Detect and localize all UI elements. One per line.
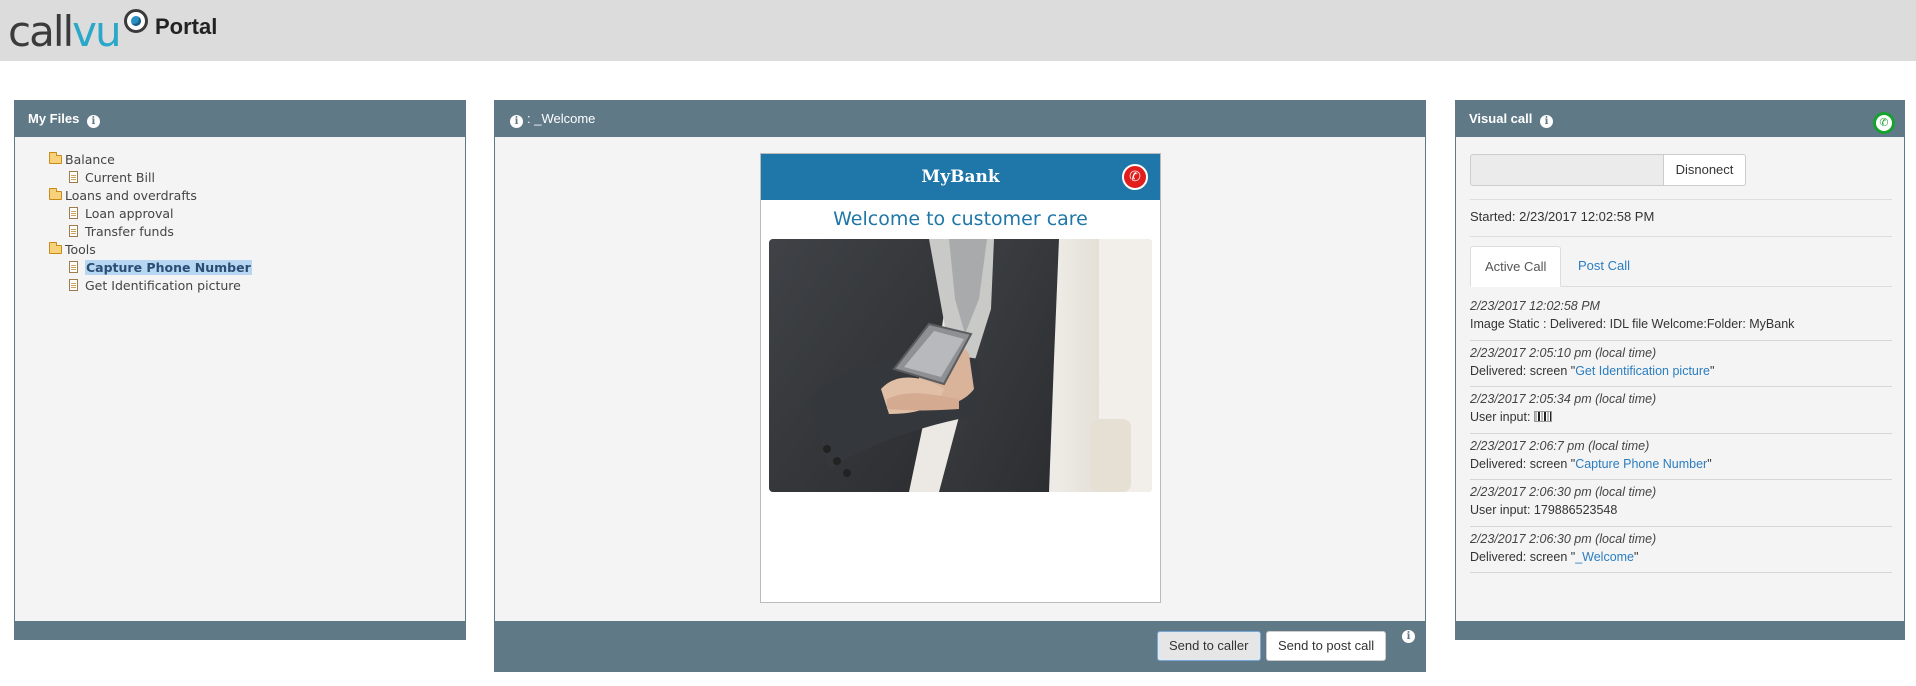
log-message: Delivered: screen "_Welcome" [1470,549,1639,564]
info-icon[interactable]: i [86,115,100,128]
screen-preview-title: : _Welcome [527,111,596,126]
file-icon [69,207,78,219]
file-tree: Balance Current Bill Loans and overdraft… [49,151,252,295]
call-tabs: Active Call Post Call [1470,246,1892,287]
logo-eye-icon [124,9,148,33]
my-files-footer [15,621,465,639]
tree-file-current-bill[interactable]: Current Bill [49,169,252,187]
log-entry: 2/23/2017 2:05:34 pm (local time) User i… [1470,387,1892,434]
tree-file-get-identification-picture[interactable]: Get Identification picture [49,277,252,295]
log-time: 2/23/2017 2:06:7 pm (local time) [1470,438,1650,453]
tree-folder-loans[interactable]: Loans and overdrafts [49,187,252,205]
log-entry: 2/23/2017 12:02:58 PM Image Static : Del… [1470,294,1892,341]
log-message: Image Static : Delivered: IDL file Welco… [1470,317,1795,331]
log-time: 2/23/2017 2:06:30 pm (local time) [1470,485,1657,499]
divider [1470,236,1892,237]
user-input-image-icon [1533,411,1552,422]
folder-open-icon [49,242,62,254]
file-icon [69,225,78,237]
phone-screen-preview: MyBank ✆ Welcome to customer care [760,153,1161,603]
log-message: User input: 179886523548 [1470,503,1618,517]
log-entry: 2/23/2017 2:06:7 pm (local time) Deliver… [1470,434,1892,480]
info-icon[interactable]: i [1402,630,1415,643]
screen-link[interactable]: Get Identification picture [1575,364,1710,378]
send-to-caller-button[interactable]: Send to caller [1157,631,1261,661]
log-entry: 2/23/2017 2:06:30 pm (local time) Delive… [1470,527,1892,573]
visual-call-footer [1456,621,1904,639]
phone-hangup-icon[interactable]: ✆ [1122,164,1148,190]
screen-preview-panel: i : _Welcome MyBank ✆ Welcome to customer… [494,100,1426,672]
log-time: 2/23/2017 2:05:34 pm (local time) [1470,392,1657,406]
welcome-heading: Welcome to customer care [833,208,1088,230]
phone-app-bar: MyBank ✆ [761,154,1160,200]
logo-text-vu: vu [72,7,122,56]
tree-folder-balance[interactable]: Balance [49,151,252,169]
log-entry: 2/23/2017 2:05:10 pm (local time) Delive… [1470,341,1892,387]
selected-file-label: Capture Phone Number [85,260,252,275]
info-icon[interactable]: i [510,115,523,128]
my-files-header: My Files i [15,101,465,137]
tree-folder-tools[interactable]: Tools [49,241,252,259]
send-to-post-call-button[interactable]: Send to post call [1266,631,1387,661]
file-icon [69,279,78,291]
my-files-title: My Files [28,111,80,126]
tree-file-transfer-funds[interactable]: Transfer funds [49,223,252,241]
screen-preview-footer: Send to caller Send to post call i [495,621,1425,671]
folder-open-icon [49,152,62,164]
visual-call-title: Visual call [1469,111,1533,126]
file-icon [69,171,78,183]
log-time: 2/23/2017 2:06:30 pm (local time) [1470,531,1657,546]
log-entry: 2/23/2017 2:06:30 pm (local time) User i… [1470,480,1892,527]
log-message: Delivered: screen "Get Identification pi… [1470,363,1715,378]
tab-active-call[interactable]: Active Call [1470,246,1562,287]
log-time: 2/23/2017 12:02:58 PM [1470,299,1600,313]
phone-call-icon: ✆ [1873,112,1895,134]
my-files-panel: My Files i Balance Current Bill Loans an… [14,100,466,640]
call-started-time: Started: 2/23/2017 12:02:58 PM [1470,209,1655,224]
visual-call-header: Visual call i ✆ [1456,101,1904,137]
tree-file-loan-approval[interactable]: Loan approval [49,205,252,223]
tree-file-capture-phone-number[interactable]: Capture Phone Number [49,259,252,277]
visual-call-panel: Visual call i ✆ Disnonect Started: 2/23/… [1455,100,1905,640]
screen-link[interactable]: _Welcome [1575,550,1634,564]
log-message: User input: [1470,408,1892,426]
file-icon [69,261,78,273]
log-time: 2/23/2017 2:05:10 pm (local time) [1470,345,1657,360]
tab-post-call[interactable]: Post Call [1564,246,1644,287]
log-message: Delivered: screen "Capture Phone Number" [1470,456,1712,471]
screen-link[interactable]: Capture Phone Number [1575,457,1707,471]
call-log: 2/23/2017 12:02:58 PM Image Static : Del… [1470,294,1892,573]
customer-phone-photo [769,239,1152,492]
folder-open-icon [49,188,62,200]
bank-brand-title: MyBank [921,167,1000,187]
info-icon[interactable]: i [1539,115,1553,128]
screen-preview-header: i : _Welcome [495,101,1425,137]
page-title: Portal [155,14,218,39]
disconnect-button[interactable]: Disnonect [1663,154,1746,186]
divider [1470,199,1892,200]
call-number-input[interactable] [1470,154,1664,186]
photo-illustration [769,239,1152,492]
top-bar: callvu Portal [0,0,1916,61]
logo-text-call: call [8,7,74,56]
